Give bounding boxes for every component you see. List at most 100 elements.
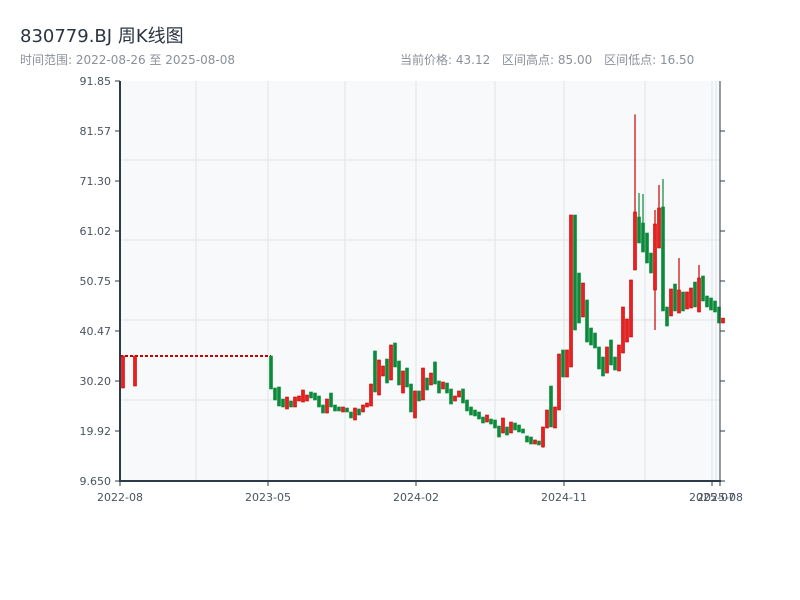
- candle-body: [433, 361, 437, 385]
- candle-body: [361, 404, 365, 413]
- candle: [489, 418, 493, 425]
- candle-body: [389, 344, 393, 381]
- candle-body: [325, 398, 329, 414]
- candle: [693, 281, 697, 308]
- candle-body: [461, 388, 465, 404]
- candle: [345, 407, 349, 413]
- candle: [389, 344, 393, 381]
- candle: [437, 380, 441, 394]
- candle-body: [417, 390, 421, 402]
- candle: [273, 387, 277, 401]
- candle-body: [349, 411, 353, 419]
- candle-body: [577, 272, 581, 324]
- candle-body: [457, 390, 461, 398]
- candle: [433, 361, 437, 385]
- candle: [545, 409, 549, 429]
- candle-body: [549, 385, 553, 428]
- candle: [309, 391, 313, 399]
- candle-body: [297, 395, 301, 402]
- candle: [313, 392, 317, 401]
- y-tick-label: 19.92: [80, 425, 112, 438]
- candle: [645, 232, 649, 264]
- candle-body: [121, 355, 125, 389]
- candle-body: [529, 436, 533, 445]
- candle: [513, 422, 517, 431]
- candle: [417, 390, 421, 402]
- candle: [445, 382, 449, 394]
- candle-body: [333, 404, 337, 412]
- candle: [333, 404, 337, 412]
- candle-body: [353, 407, 357, 421]
- candle-body: [557, 353, 561, 411]
- candle-body: [669, 288, 673, 317]
- candle-body: [401, 370, 405, 394]
- candle-body: [313, 392, 317, 401]
- candle-body: [685, 291, 689, 310]
- candle-body: [373, 350, 377, 393]
- candle-body: [585, 299, 589, 343]
- candle-body: [517, 424, 521, 433]
- candle-body: [649, 252, 653, 274]
- candle: [409, 383, 413, 413]
- candle-body: [533, 439, 537, 445]
- candle-body: [365, 402, 369, 408]
- candle: [525, 435, 529, 443]
- candle: [533, 439, 537, 445]
- candle: [585, 299, 589, 343]
- candle: [509, 421, 513, 434]
- candle-body: [617, 344, 621, 372]
- candle: [301, 389, 305, 403]
- candle: [649, 252, 653, 274]
- candle: [713, 300, 717, 313]
- candle-body: [521, 428, 525, 434]
- candle-body: [369, 383, 373, 407]
- candle: [709, 297, 713, 311]
- candle: [529, 436, 533, 445]
- candle-body: [309, 391, 313, 399]
- candle: [357, 408, 361, 416]
- candle: [565, 349, 569, 378]
- candle: [613, 356, 617, 371]
- candle-body: [713, 300, 717, 313]
- candle-body: [405, 367, 409, 388]
- candle-body: [449, 388, 453, 405]
- candle-body: [513, 422, 517, 431]
- candle-body: [477, 411, 481, 420]
- candle-body: [561, 349, 565, 378]
- candle-body: [661, 206, 665, 312]
- candle-body: [657, 207, 661, 249]
- candle-body: [545, 409, 549, 429]
- candle: [505, 426, 509, 436]
- candle: [385, 358, 389, 384]
- y-tick-label: 81.57: [80, 125, 112, 138]
- candle-body: [357, 408, 361, 416]
- candle: [393, 342, 397, 368]
- candle: [353, 407, 357, 421]
- candle: [293, 396, 297, 408]
- x-tick-label: 2024-02: [393, 491, 439, 504]
- candle: [373, 350, 377, 393]
- candle-body: [489, 418, 493, 425]
- candle: [397, 360, 401, 386]
- candle-body: [601, 356, 605, 377]
- candle: [377, 359, 381, 396]
- candle-body: [633, 211, 637, 271]
- candle-body: [421, 367, 425, 401]
- candle: [561, 349, 565, 378]
- candle-body: [629, 279, 633, 338]
- candle: [329, 392, 333, 408]
- x-tick-label: 2024-11: [541, 491, 587, 504]
- candle: [669, 288, 673, 317]
- candle-body: [613, 356, 617, 371]
- candle-body: [541, 426, 545, 448]
- candle-body: [281, 398, 285, 408]
- candle-body: [441, 381, 445, 390]
- candle-body: [625, 318, 629, 343]
- candle: [337, 406, 341, 412]
- candle: [361, 404, 365, 413]
- candle: [325, 398, 329, 414]
- candle-body: [493, 419, 497, 429]
- candle-body: [721, 317, 725, 324]
- candle: [305, 394, 309, 402]
- candle-body: [317, 395, 321, 408]
